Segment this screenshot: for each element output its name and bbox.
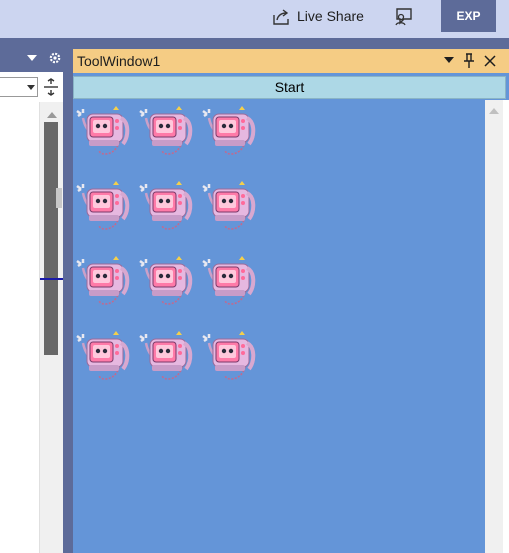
gear-icon[interactable] [48,51,62,65]
pink-robot-sprite-icon [136,331,198,387]
pink-robot-sprite-icon [199,181,261,237]
pink-robot-sprite-icon [136,181,198,237]
tool-window-header: ToolWindow1 [73,49,509,73]
exp-badge: EXP [441,0,496,32]
tool-window-scrollbar[interactable] [485,100,503,553]
title-bar: Live Share EXP [0,0,509,38]
pink-robot-sprite-icon [136,256,198,312]
caret-line-marker [40,278,63,280]
left-scrollbar-thumb[interactable] [44,122,58,355]
scroll-up-icon[interactable] [489,107,499,114]
pink-robot-sprite-icon [199,106,261,162]
pink-robot-sprite-icon [199,256,261,312]
scroll-up-icon[interactable] [47,111,57,118]
scroll-marker [56,188,62,208]
window-edge [503,100,509,553]
live-share-button[interactable]: Live Share [297,8,364,24]
share-icon[interactable] [271,7,291,27]
left-panel-header [0,47,65,71]
pink-robot-sprite-icon [73,181,135,237]
pink-robot-sprite-icon [73,331,135,387]
pink-robot-sprite-icon [199,331,261,387]
pink-robot-sprite-icon [73,256,135,312]
tool-window-content: Start [73,73,509,553]
scope-dropdown[interactable] [0,77,38,97]
pink-robot-sprite-icon [136,106,198,162]
chevron-down-icon[interactable] [27,55,37,62]
split-view-icon[interactable] [43,78,59,96]
editor-area[interactable] [0,102,40,553]
feedback-icon[interactable] [392,6,414,28]
pink-robot-sprite-icon [73,106,135,162]
tool-window-title: ToolWindow1 [77,53,161,69]
close-icon[interactable] [484,55,496,67]
pin-icon[interactable] [463,53,475,68]
chevron-down-icon[interactable] [444,57,454,64]
chevron-down-icon [27,85,35,90]
start-button[interactable]: Start [73,76,506,99]
